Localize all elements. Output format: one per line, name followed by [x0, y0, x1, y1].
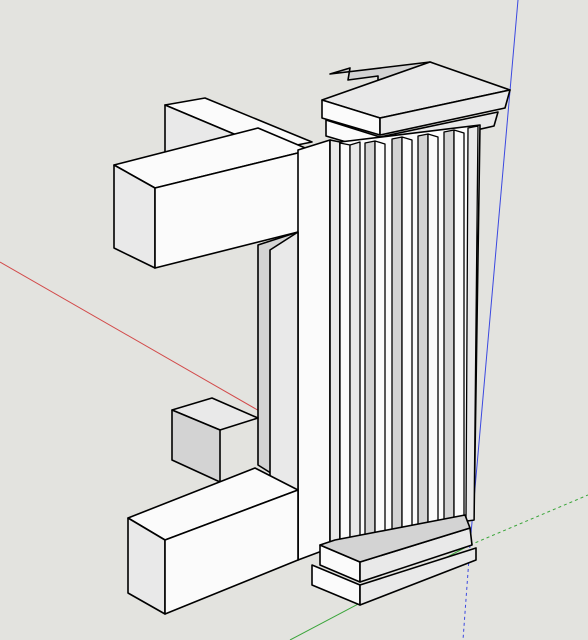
flute-2 — [349, 141, 361, 539]
flute-11 — [465, 125, 479, 522]
flute-8 — [427, 133, 439, 527]
flute-7 — [417, 133, 429, 528]
flute-6 — [401, 136, 413, 531]
flute-10 — [453, 129, 465, 523]
flute-5 — [391, 136, 403, 532]
flute-3 — [364, 140, 376, 537]
flute-1 — [339, 142, 351, 541]
shaft-side — [329, 139, 341, 549]
flute-4 — [374, 140, 386, 535]
red-axis — [0, 261, 276, 421]
c-bracket-model[interactable] — [113, 97, 331, 615]
fluted-pilaster-column[interactable] — [311, 61, 511, 606]
scene-canvas[interactable] — [0, 0, 588, 640]
flute-9 — [443, 129, 455, 524]
spine-front-face — [297, 139, 331, 561]
green-axis-dashed — [469, 494, 588, 546]
model-viewport[interactable] — [0, 0, 588, 640]
